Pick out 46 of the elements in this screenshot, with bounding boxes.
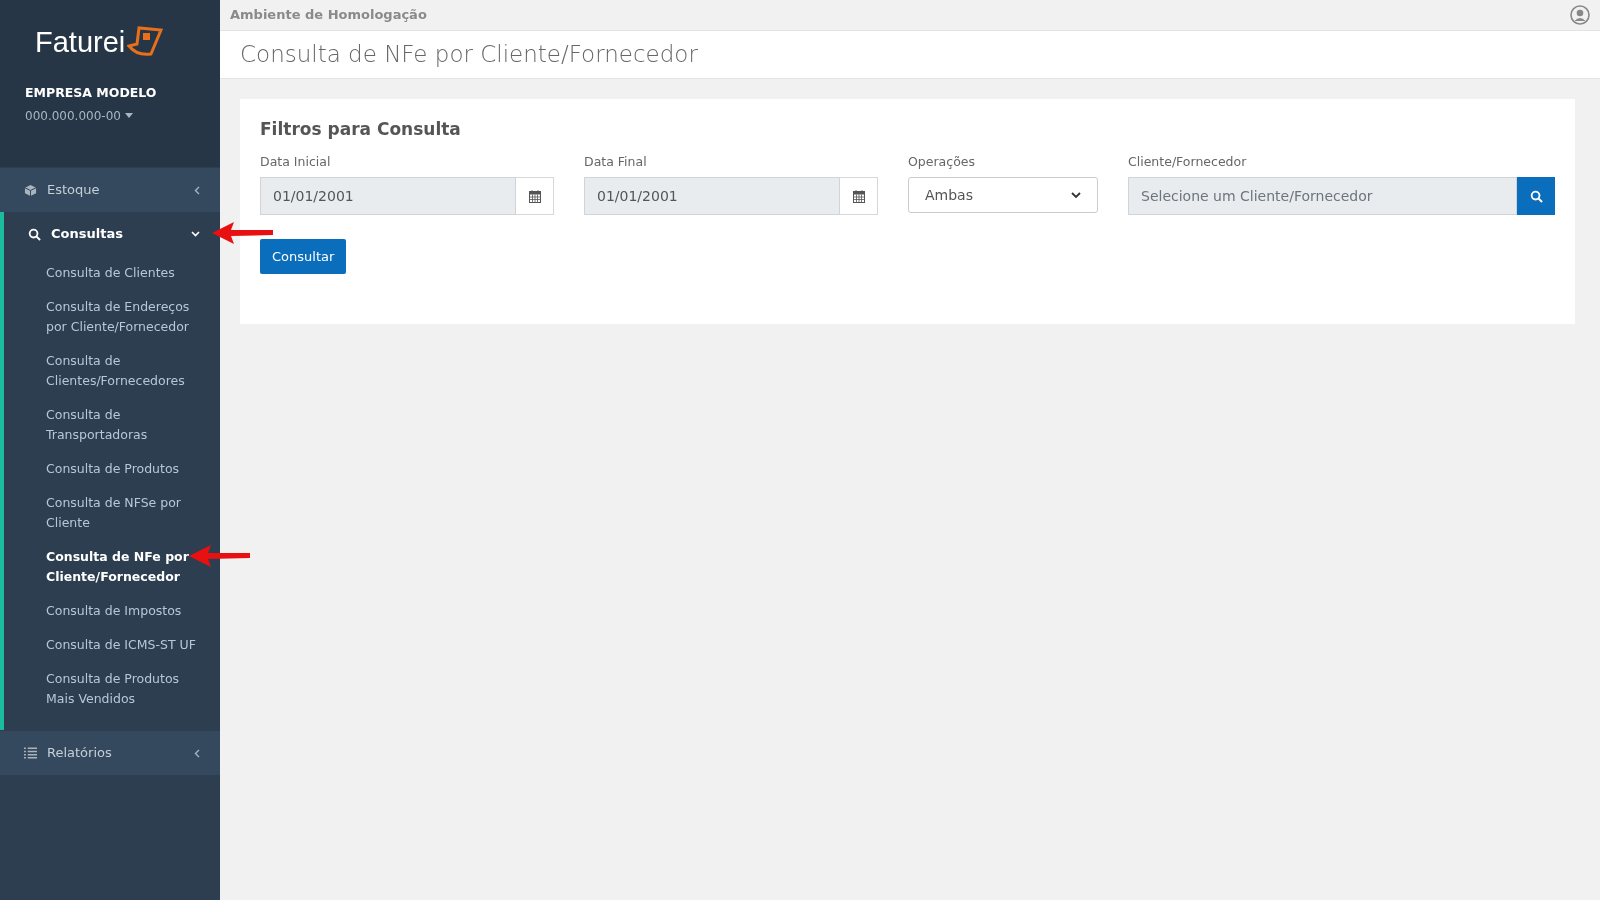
search-icon (1529, 189, 1543, 203)
chevron-left-icon (194, 748, 200, 758)
chevron-down-icon (1071, 191, 1081, 199)
page-title: Consulta de NFe por Cliente/Fornecedor (240, 40, 698, 70)
list-icon (24, 747, 37, 759)
submenu-item[interactable]: Consulta de Produtos (4, 452, 220, 486)
menu-item[interactable]: Estoque (0, 168, 220, 212)
field-label: Data Final (584, 152, 648, 171)
chevron-down-icon (191, 231, 200, 237)
company-document-dropdown[interactable]: 000.000.000-00 (25, 106, 195, 125)
logo-icon (127, 26, 164, 58)
box-icon (24, 183, 37, 197)
submenu-item[interactable]: Consulta de NFe por Cliente/Fornecedor (4, 540, 220, 594)
calendar-icon (528, 189, 541, 203)
submenu-item[interactable]: Consulta de Clientes/Fornecedores (4, 344, 220, 398)
date-field[interactable]: 01/01/2001 (260, 177, 516, 216)
submenu-item[interactable]: Consulta de Transportadoras (4, 398, 220, 452)
calendar-button[interactable] (840, 177, 878, 216)
submenu-item[interactable]: Consulta de Produtos Mais Vendidos (4, 662, 220, 716)
operation-select[interactable]: Ambas (908, 177, 1098, 214)
submenu-item[interactable]: Consulta de Endereços por Cliente/Fornecedor (4, 290, 220, 344)
calendar-icon (852, 189, 865, 203)
chevron-left-icon (194, 185, 200, 195)
field-label: Operações (908, 152, 976, 171)
client-supplier-field[interactable]: Selecione um Cliente/Fornecedor (1128, 177, 1517, 216)
environment-label: Ambiente de Homologação (230, 6, 427, 25)
company-name: EMPRESA MODELO (25, 84, 158, 102)
menu-item[interactable]: Consultas (4, 212, 220, 256)
search-icon (28, 227, 41, 241)
field-label: Cliente/Fornecedor (1128, 152, 1248, 171)
submit-button[interactable]: Consultar (260, 239, 347, 275)
annotation-arrow (187, 543, 252, 569)
caret-icon (124, 113, 133, 119)
submenu-item[interactable]: Consulta de ICMS-ST UF (4, 628, 220, 662)
card-title: Filtros para Consulta (260, 118, 462, 141)
search-button[interactable] (1517, 177, 1555, 216)
menu-item[interactable]: Relatórios (0, 731, 220, 775)
annotation-arrow (210, 220, 275, 246)
date-field[interactable]: 01/01/2001 (584, 177, 840, 216)
submenu-item[interactable]: Consulta de Clientes (4, 256, 220, 290)
user-icon[interactable] (1570, 5, 1590, 25)
field-label: Data Inicial (260, 152, 332, 171)
calendar-button[interactable] (516, 177, 554, 216)
submenu-item[interactable]: Consulta de NFSe por Cliente (4, 486, 220, 540)
logo-text: Faturei (35, 27, 126, 57)
submenu-item[interactable]: Consulta de Impostos (4, 594, 220, 628)
